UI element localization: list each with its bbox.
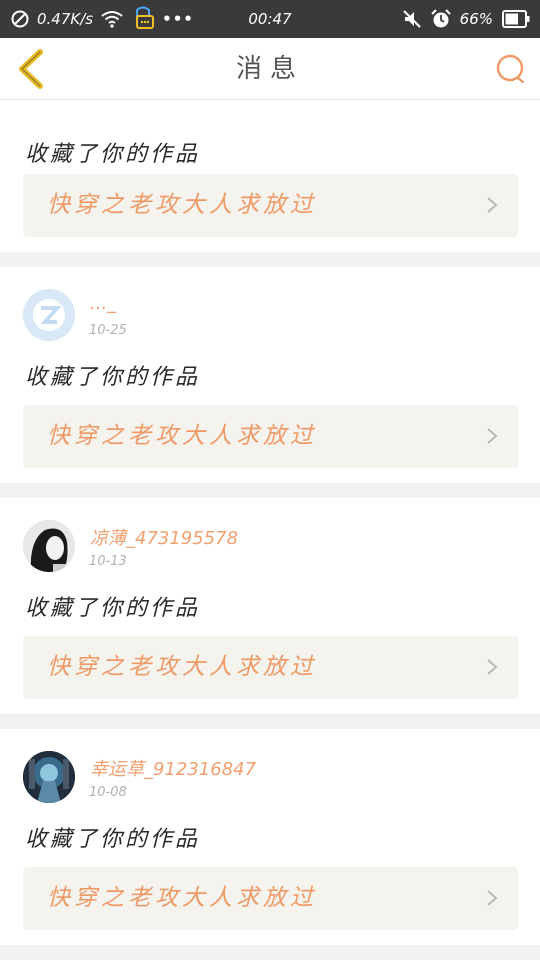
chevron-right-icon [487, 197, 498, 213]
username[interactable]: 凉薄_473195578 [90, 524, 238, 550]
avatar-photo [23, 751, 75, 803]
username[interactable]: 幸运草_912316847 [90, 755, 256, 781]
message-item[interactable]: ..._ 10-25 收藏了你的作品 快穿之老攻大人求放过 [0, 267, 540, 483]
work-title: 快穿之老攻大人求放过 [47, 423, 317, 449]
mute-icon [402, 10, 421, 28]
default-avatar-icon [23, 289, 75, 341]
message-date: 10-13 [89, 554, 127, 569]
work-title: 快穿之老攻大人求放过 [47, 885, 317, 911]
back-chevron-icon[interactable] [12, 48, 52, 90]
chevron-right-icon [487, 890, 498, 906]
chevron-right-icon [487, 428, 498, 444]
battery-percent: 66% [459, 10, 493, 28]
message-action: 收藏了你的作品 [25, 142, 201, 167]
work-link[interactable]: 快穿之老攻大人求放过 [23, 867, 518, 930]
avatar[interactable] [23, 751, 75, 803]
work-title: 快穿之老攻大人求放过 [47, 654, 317, 680]
avatar[interactable] [23, 289, 75, 341]
work-link[interactable]: 快穿之老攻大人求放过 [23, 174, 518, 237]
work-link[interactable]: 快穿之老攻大人求放过 [23, 636, 518, 699]
username[interactable]: ..._ [90, 293, 116, 314]
avatar-photo [23, 520, 75, 572]
alarm-icon [430, 9, 451, 28]
work-link[interactable]: 快穿之老攻大人求放过 [23, 405, 518, 468]
message-date: 10-25 [89, 323, 127, 338]
message-item[interactable]: 11-03 收藏了你的作品 快穿之老攻大人求放过 [0, 100, 540, 252]
status-bar: 0.47K/s ••• 00:47 66% [0, 0, 540, 38]
no-sim-icon [11, 10, 29, 28]
message-list[interactable]: 11-03 收藏了你的作品 快穿之老攻大人求放过 ..._ 10-25 收藏了你… [0, 100, 540, 960]
chevron-right-icon [487, 659, 498, 675]
avatar[interactable] [23, 520, 75, 572]
message-date: 10-08 [89, 785, 127, 800]
network-speed: 0.47K/s [37, 10, 94, 28]
status-bar-left: 0.47K/s ••• [10, 0, 194, 38]
status-bar-right: 66% [402, 0, 530, 38]
message-action: 收藏了你的作品 [25, 827, 201, 852]
search-icon[interactable] [494, 52, 528, 86]
top-app-bar: 消息 [0, 38, 540, 100]
notification-icon [136, 6, 155, 29]
message-action: 收藏了你的作品 [25, 596, 201, 621]
message-item[interactable]: 凉薄_473195578 10-13 收藏了你的作品 快穿之老攻大人求放过 [0, 498, 540, 714]
wifi-icon [101, 11, 123, 28]
message-item[interactable]: 幸运草_912316847 10-08 收藏了你的作品 快穿之老攻大人求放过 [0, 729, 540, 945]
more-dots-icon: ••• [162, 10, 194, 28]
message-action: 收藏了你的作品 [25, 365, 201, 390]
work-title: 快穿之老攻大人求放过 [47, 192, 317, 218]
page-title: 消息 [235, 54, 304, 84]
battery-icon [502, 10, 530, 28]
